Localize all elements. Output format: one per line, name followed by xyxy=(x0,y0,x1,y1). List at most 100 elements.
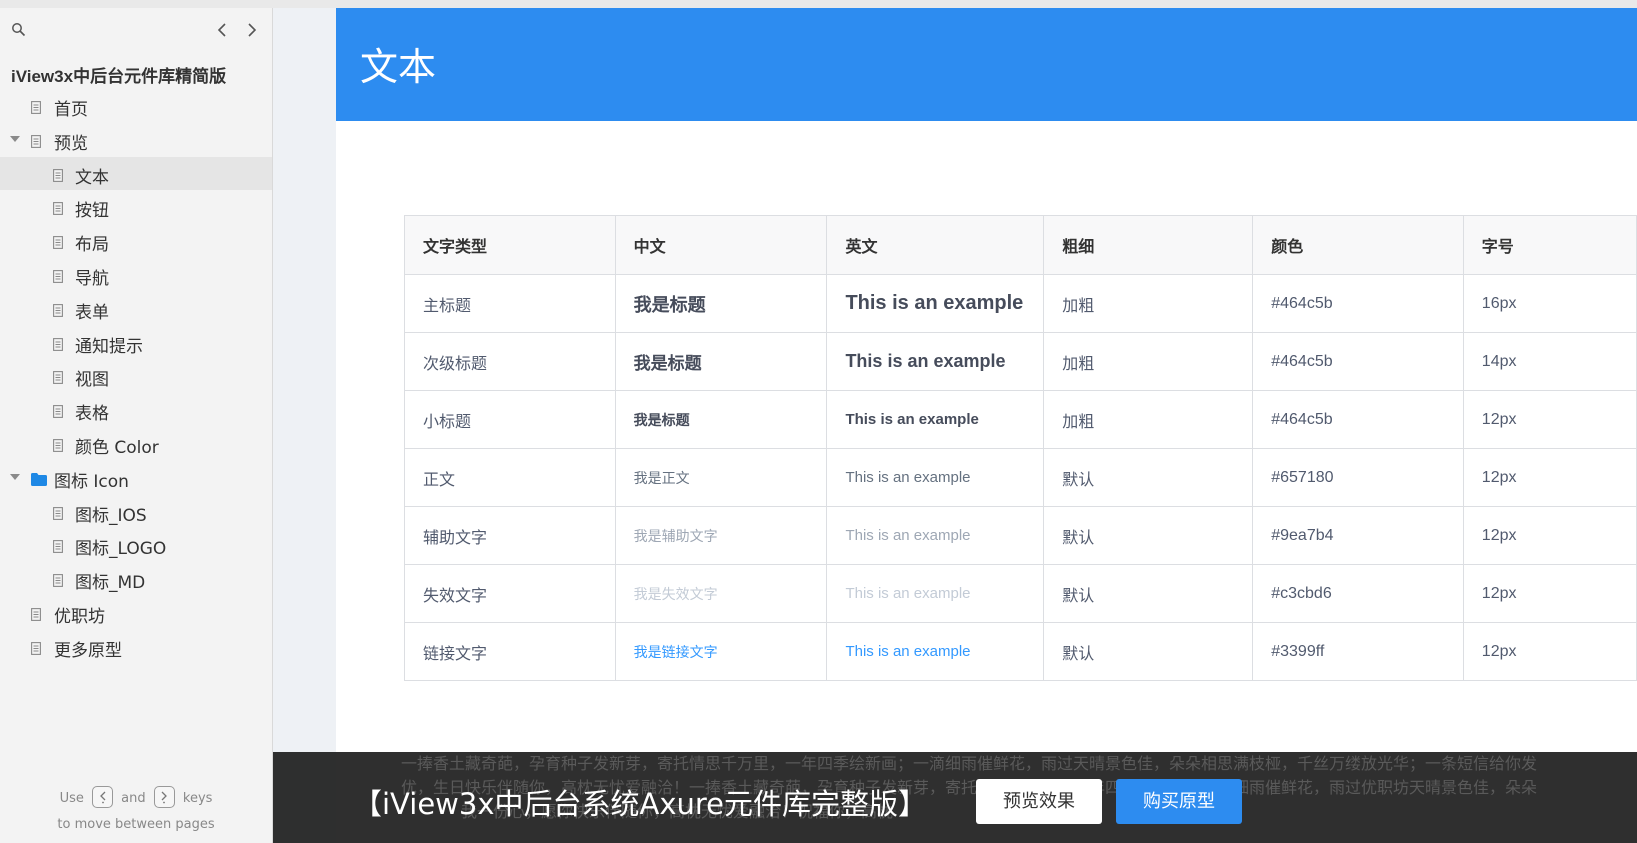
sidebar-item[interactable]: 文本 xyxy=(0,156,272,191)
table-cell-type: 小标题 xyxy=(404,390,616,449)
table-cell-type: 次级标题 xyxy=(404,332,616,391)
table-row: 小标题 我是标题 This is an example 加粗 #464c5b 12px xyxy=(404,390,1637,449)
page-icon xyxy=(53,336,63,351)
col-header-color: 颜色 xyxy=(1252,215,1464,275)
expand-caret-icon[interactable] xyxy=(10,135,20,142)
hint-use-text: Use xyxy=(59,791,84,806)
table-cell-type: 链接文字 xyxy=(404,622,616,681)
sidebar-item-label: 更多原型 xyxy=(54,640,122,661)
prev-page-icon[interactable] xyxy=(212,19,234,41)
table-cell-zh: 我是正文 xyxy=(614,448,828,507)
folder-icon xyxy=(31,471,47,486)
hint-and-text: and xyxy=(121,791,146,806)
table-cell-color: #3399ff xyxy=(1252,622,1464,681)
table-cell-zh: 我是标题 xyxy=(614,332,828,391)
left-key-icon xyxy=(92,785,113,808)
page-icon xyxy=(53,302,63,317)
table-cell-en: This is an example xyxy=(826,622,1045,681)
sidebar-item[interactable]: 视图 xyxy=(0,359,272,393)
expand-caret-icon[interactable] xyxy=(10,473,20,480)
table-row: 正文 我是正文 This is an example 默认 #657180 12px xyxy=(404,448,1637,507)
table-cell-size: 14px xyxy=(1462,332,1637,391)
marquee-line: 一捧香土藏奇葩，孕育种子发新芽，寄托情思千万里，一年四季绘新画；一滴细雨催鲜花，… xyxy=(401,754,1538,773)
sidebar-item-label: 文本 xyxy=(75,167,109,188)
table-cell-weight: 默认 xyxy=(1043,506,1254,565)
hint-line2-text: to move between pages xyxy=(57,817,215,832)
table-row: 主标题 我是标题 This is an example 加粗 #464c5b 16px xyxy=(404,274,1637,333)
page-header: 文本 xyxy=(336,8,1637,121)
sidebar-item[interactable]: 按钮 xyxy=(0,190,272,224)
page-title: 文本 xyxy=(360,45,437,89)
table-cell-color: #c3cbd6 xyxy=(1252,564,1464,623)
sidebar-item-label: 视图 xyxy=(75,370,109,391)
right-key-icon xyxy=(153,785,175,808)
sidebar-item[interactable]: 预览 xyxy=(0,123,272,157)
sidebar-item[interactable]: 导航 xyxy=(0,258,272,292)
sidebar-item[interactable]: 图标_LOGO xyxy=(0,528,272,562)
table-cell-weight: 加粗 xyxy=(1043,332,1254,391)
sidebar-item-label: 布局 xyxy=(75,235,109,256)
table-cell-type: 辅助文字 xyxy=(404,506,616,565)
sidebar-item-label: 首页 xyxy=(54,100,88,120)
col-header-weight: 粗细 xyxy=(1043,215,1254,275)
page-icon xyxy=(53,268,63,283)
sidebar-item-label: 优职坊 xyxy=(54,606,105,627)
sidebar-item-label: 图标 Icon xyxy=(54,471,129,492)
table-cell-en: This is an example xyxy=(826,506,1045,565)
table-cell-size: 12px xyxy=(1462,448,1637,507)
sidebar-item[interactable]: 布局 xyxy=(0,224,272,258)
sidebar-item-label: 颜色 Color xyxy=(75,437,159,458)
next-page-icon[interactable] xyxy=(240,19,262,41)
table-cell-color: #464c5b xyxy=(1252,390,1464,449)
sidebar-item[interactable]: 优职坊 xyxy=(0,596,272,630)
preview-button[interactable]: 预览效果 xyxy=(976,779,1102,824)
typography-table: 文字类型 中文 英文 粗细 颜色 字号 主标题 我是标题 This is an ex… xyxy=(404,215,1637,681)
table-cell-size: 12px xyxy=(1462,564,1637,623)
table-cell-type: 失效文字 xyxy=(404,564,616,623)
sidebar-item[interactable]: 更多原型 xyxy=(0,630,272,664)
table-cell-type: 正文 xyxy=(404,448,616,507)
table-cell-en: This is an example xyxy=(826,390,1045,449)
sidebar-item-label: 通知提示 xyxy=(75,336,143,357)
sidebar-item[interactable]: 图标 Icon xyxy=(0,461,272,495)
col-header-en: 英文 xyxy=(826,215,1045,275)
sidebar-item[interactable]: 图标_IOS xyxy=(0,495,272,529)
sidebar-item[interactable]: 通知提示 xyxy=(0,326,272,360)
page-icon xyxy=(31,606,41,621)
search-icon[interactable] xyxy=(11,22,27,38)
table-cell-weight: 加粗 xyxy=(1043,274,1254,333)
table-cell-color: #657180 xyxy=(1252,448,1464,507)
page-icon xyxy=(53,369,63,385)
table-cell-size: 16px xyxy=(1462,274,1637,333)
page-icon xyxy=(53,200,63,216)
sidebar-item[interactable]: 颜色 Color xyxy=(0,427,272,461)
sidebar-item-label: 按钮 xyxy=(75,201,109,222)
table-cell-en: This is an example xyxy=(826,448,1045,507)
sidebar-item-label: 图标_IOS xyxy=(75,505,147,526)
page-icon xyxy=(31,133,41,148)
page-gutter xyxy=(273,8,336,843)
col-header-type: 文字类型 xyxy=(404,215,616,275)
table-cell-zh: 我是标题 xyxy=(614,390,828,449)
page-icon xyxy=(53,167,63,182)
sidebar-item[interactable]: 图标_MD xyxy=(0,562,272,596)
buy-button[interactable]: 购买原型 xyxy=(1116,779,1242,824)
table-header-row: 文字类型 中文 英文 粗细 颜色 字号 xyxy=(404,215,1637,275)
sidebar-item-label: 导航 xyxy=(75,268,109,289)
table-cell-en: This is an example xyxy=(826,564,1045,623)
sidebar-item[interactable]: 表单 xyxy=(0,292,272,326)
table-cell-zh: 我是辅助文字 xyxy=(614,506,828,565)
sidebar-item[interactable]: 首页 xyxy=(0,89,272,123)
table-cell-weight: 默认 xyxy=(1043,564,1254,623)
sidebar-item[interactable]: 表格 xyxy=(0,393,272,427)
keyboard-hint: Use and keys to move between pages xyxy=(0,785,272,838)
page-icon xyxy=(31,640,41,655)
table-cell-en: This is an example xyxy=(826,274,1045,333)
table-cell-color: #464c5b xyxy=(1252,332,1464,391)
page-icon xyxy=(31,99,41,114)
table-cell-zh: 我是失效文字 xyxy=(614,564,828,623)
table-cell-color: #9ea7b4 xyxy=(1252,506,1464,565)
table-cell-size: 12px xyxy=(1462,622,1637,681)
col-header-size: 字号 xyxy=(1462,215,1637,275)
page-icon xyxy=(53,437,63,452)
